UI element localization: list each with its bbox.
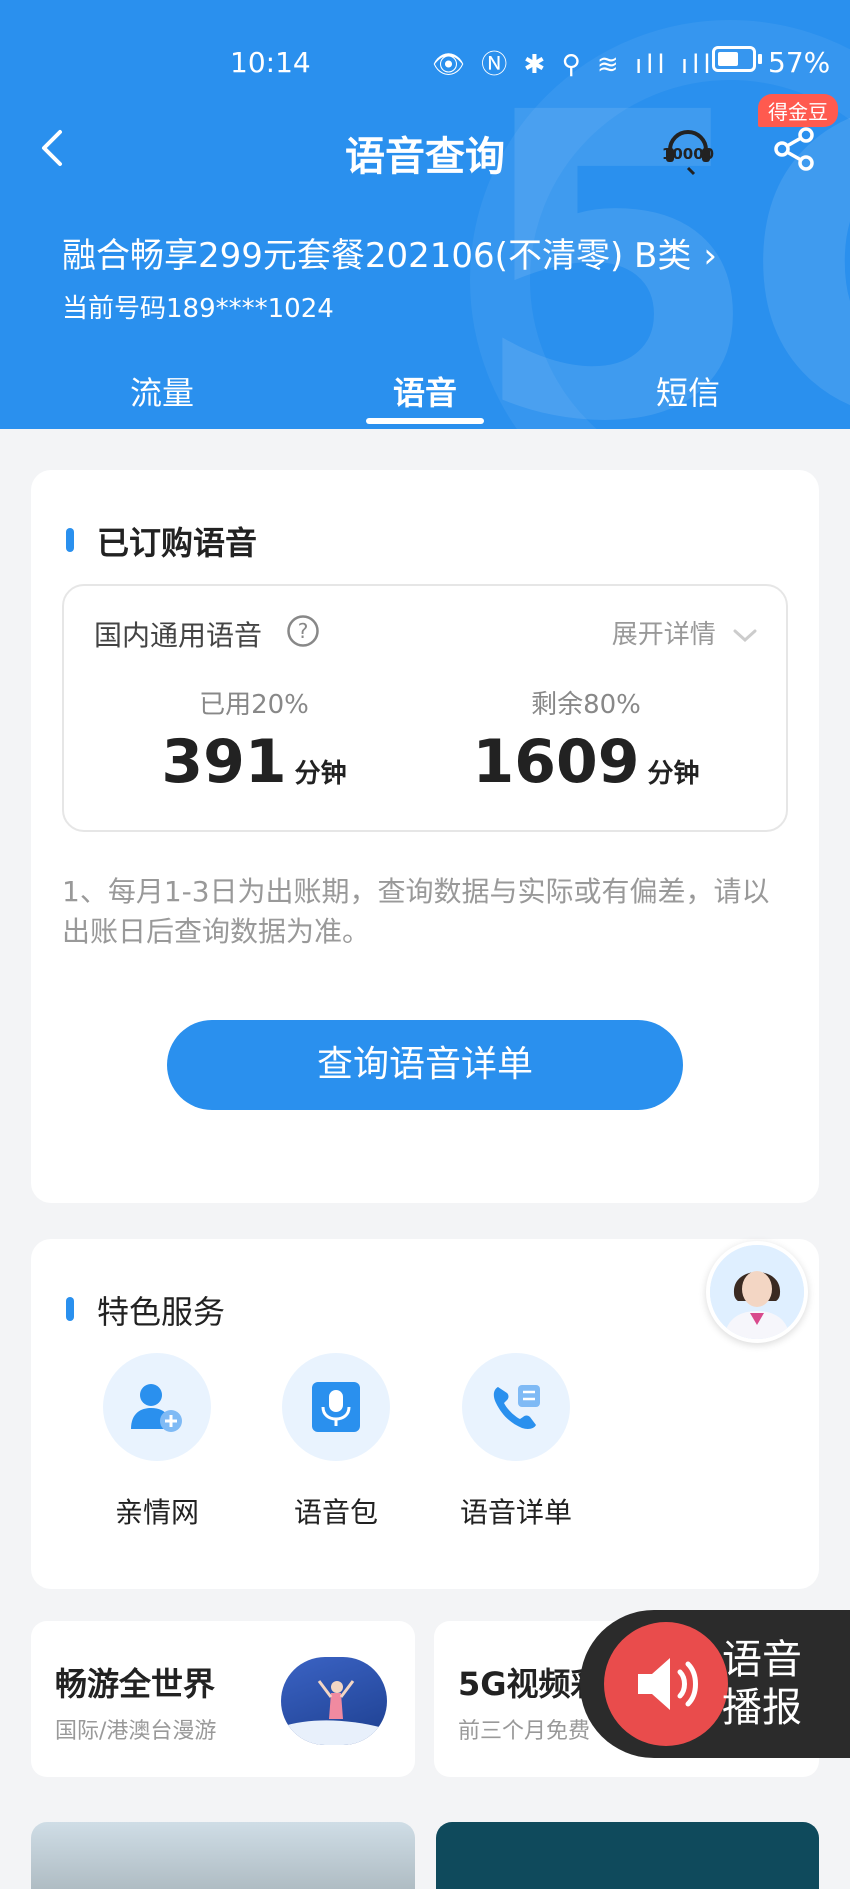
phone-list-icon — [493, 1385, 540, 1429]
used-label: 已用20% — [199, 690, 309, 720]
phone-number: 当前号码189****1024 — [62, 294, 334, 324]
section-title: 已订购语音 — [97, 524, 258, 562]
service-label: 亲情网 — [114, 1496, 199, 1529]
used-minutes: 391 — [161, 727, 287, 797]
voice-broadcast-button[interactable]: 语音 播报 — [580, 1610, 850, 1758]
svg-text:10000: 10000 — [662, 145, 714, 163]
header: 5G 10:14 👁 Ⓝ ✱ ⚲ ≋ ıll ıll 57% 语音查询 1000… — [0, 0, 850, 429]
remaining-stat: 剩余80% 1609 分钟 — [436, 684, 736, 797]
svg-text:?: ? — [298, 619, 309, 643]
roaming-illustration — [281, 1657, 387, 1745]
speaker-icon — [604, 1622, 728, 1746]
chevron-down-icon — [733, 629, 757, 642]
chevron-right-icon: › — [703, 236, 717, 276]
status-bar: 10:14 👁 Ⓝ ✱ ⚲ ≋ ıll ıll 57% — [0, 40, 850, 84]
promo-subtitle: 前三个月免费 — [458, 1719, 591, 1744]
bottom-banner-left[interactable] — [31, 1822, 415, 1889]
query-voice-detail-button[interactable]: 查询语音详单 — [167, 1020, 683, 1110]
page-title: 语音查询 — [345, 134, 505, 180]
section-marker — [66, 528, 74, 552]
featured-services-card: 特色服务 亲情网 语音包 语音详单 — [31, 1239, 819, 1589]
promo-roaming[interactable]: 畅游全世界 国际/港澳台漫游 — [31, 1621, 415, 1777]
tab-sms[interactable]: 短信 — [608, 368, 768, 414]
family-add-icon — [131, 1384, 182, 1432]
gold-bean-badge[interactable]: 得金豆 — [758, 94, 838, 127]
remaining-label: 剩余80% — [531, 690, 641, 720]
subscribed-voice-card: 已订购语音 国内通用语音 ? 展开详情 已用20% 391 分钟 剩余80% 16… — [31, 470, 819, 1203]
assistant-portrait-icon — [710, 1245, 804, 1339]
service-label: 语音包 — [293, 1496, 378, 1529]
promo-subtitle: 国际/港澳台漫游 — [55, 1719, 217, 1744]
status-icons: 👁 Ⓝ ✱ ⚲ ≋ ıll ıll — [432, 50, 715, 80]
expand-details-button[interactable]: 展开详情 — [612, 614, 758, 651]
tab-data[interactable]: 流量 — [82, 368, 242, 414]
microphone-icon — [312, 1382, 360, 1432]
remaining-unit: 分钟 — [647, 759, 700, 789]
service-voice-pack[interactable]: 语音包 — [256, 1353, 416, 1531]
remaining-minutes: 1609 — [472, 727, 640, 797]
broadcast-label: 语音 播报 — [722, 1637, 802, 1731]
active-tab-indicator — [366, 418, 484, 424]
voice-item-label: 国内通用语音 — [94, 619, 263, 652]
battery-icon — [712, 46, 756, 72]
status-time: 10:14 — [230, 46, 311, 79]
traveler-icon — [281, 1680, 387, 1745]
billing-note: 1、每月1-3日为出账期，查询数据与实际或有偏差，请以出账日后查询数据为准。 — [62, 875, 770, 948]
customer-service-icon[interactable]: 10000 — [660, 122, 716, 178]
section-title: 特色服务 — [97, 1293, 226, 1331]
used-stat: 已用20% 391 分钟 — [104, 684, 404, 797]
plan-selector[interactable]: 融合畅享299元套餐202106(不清零) B类 › — [62, 228, 717, 277]
service-label: 语音详单 — [459, 1496, 572, 1529]
used-unit: 分钟 — [294, 759, 347, 789]
battery-percent: 57% — [768, 46, 831, 79]
expand-details-label: 展开详情 — [611, 620, 716, 650]
voice-usage-box: 国内通用语音 ? 展开详情 已用20% 391 分钟 剩余80% 1609 分钟 — [62, 584, 788, 832]
assistant-avatar[interactable] — [706, 1241, 808, 1343]
promo-title: 畅游全世界 — [55, 1665, 216, 1703]
service-family-network[interactable]: 亲情网 — [77, 1353, 237, 1531]
service-voice-detail[interactable]: 语音详单 — [436, 1353, 596, 1531]
section-marker — [66, 1297, 74, 1321]
plan-name: 融合畅享299元套餐202106(不清零) B类 — [62, 236, 692, 276]
help-icon[interactable]: ? — [286, 614, 320, 648]
share-icon[interactable] — [772, 126, 818, 172]
tab-voice[interactable]: 语音 — [345, 368, 505, 414]
bottom-banner-right[interactable] — [436, 1822, 819, 1889]
